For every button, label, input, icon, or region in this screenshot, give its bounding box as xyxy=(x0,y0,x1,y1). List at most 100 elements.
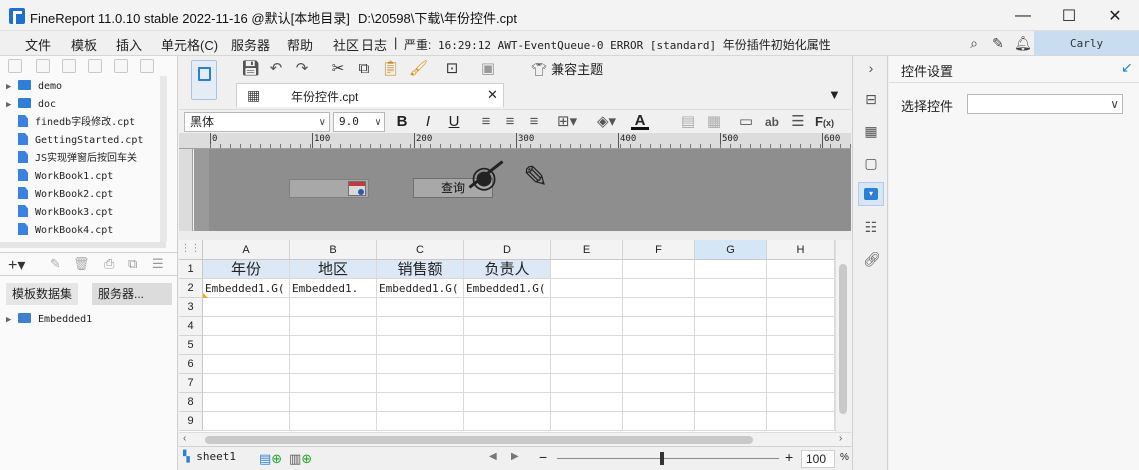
cell-b4[interactable] xyxy=(290,317,377,336)
menu-insert[interactable]: 插入 xyxy=(116,35,142,54)
format-painter-icon[interactable]: 🖌︎ xyxy=(409,60,428,78)
cell-d8[interactable] xyxy=(464,393,551,412)
cell-h5[interactable] xyxy=(767,336,835,355)
collapse-arrow-icon[interactable]: › xyxy=(863,60,879,76)
new-folder-icon[interactable] xyxy=(8,59,22,73)
tree-file[interactable]: WorkBook4.cpt xyxy=(6,222,113,240)
search-icon[interactable]: ⌕ xyxy=(966,35,982,51)
expand-arrow-icon[interactable]: ▶ xyxy=(6,78,18,96)
cell-a4[interactable] xyxy=(203,317,290,336)
tab-menu-icon[interactable]: ▼ xyxy=(828,87,841,102)
zoom-in-button[interactable]: + xyxy=(785,449,793,465)
column-header-c[interactable]: C xyxy=(377,240,464,260)
font-color-icon[interactable]: A xyxy=(631,112,649,130)
cell-f5[interactable] xyxy=(623,336,695,355)
pin-panel-icon[interactable]: ↙ xyxy=(1121,59,1133,76)
scroll-right-icon[interactable]: › xyxy=(839,433,842,444)
sheet-horizontal-scrollbar[interactable]: ‹ › xyxy=(179,432,851,446)
tree-vscroll[interactable] xyxy=(160,76,167,242)
save-icon[interactable]: 💾︎ xyxy=(241,60,260,78)
column-header-h[interactable]: H xyxy=(767,240,835,260)
cell-b2[interactable]: Embedded1. xyxy=(290,279,377,298)
cell-h1[interactable] xyxy=(767,260,835,279)
cell-b3[interactable] xyxy=(290,298,377,317)
sheet-scroll-left-icon[interactable]: ◀ xyxy=(489,451,497,462)
insert-row-icon[interactable]: ▭ xyxy=(737,113,755,131)
menu-community[interactable]: 社区 xyxy=(333,35,359,54)
add-sheet-icon[interactable]: ▤⊕ xyxy=(259,451,282,467)
row-header[interactable]: 7 xyxy=(179,374,203,393)
year-picker-widget[interactable] xyxy=(289,179,369,198)
align-left-icon[interactable]: ≡ xyxy=(477,113,495,131)
widget-settings-tab[interactable]: ▾ xyxy=(858,182,884,206)
bold-button[interactable]: B xyxy=(393,113,411,131)
delete-icon[interactable] xyxy=(114,59,128,73)
unmerge-icon[interactable]: ▦ xyxy=(705,113,723,131)
cell-d3[interactable] xyxy=(464,298,551,317)
tree-folder[interactable]: ▶ doc xyxy=(6,96,56,114)
tree-file[interactable]: WorkBook3.cpt xyxy=(6,204,113,222)
vertical-scroll-thumb[interactable] xyxy=(839,264,847,414)
cell-c8[interactable] xyxy=(377,393,464,412)
close-tab-icon[interactable]: ✕ xyxy=(487,87,498,103)
preview-dataset-icon[interactable]: ⎙ xyxy=(104,256,114,272)
cell-e6[interactable] xyxy=(551,355,623,374)
column-header-g[interactable]: G xyxy=(695,240,767,260)
sheet-vertical-scrollbar[interactable] xyxy=(835,240,851,432)
conditional-attribute-icon[interactable]: ☷ xyxy=(863,219,879,235)
fill-color-icon[interactable]: ◈▾ xyxy=(597,113,616,131)
cell-d9[interactable] xyxy=(464,412,551,431)
cell-a1[interactable]: 年份 xyxy=(203,260,290,279)
row-header[interactable]: 5 xyxy=(179,336,203,355)
copy-icon[interactable]: ⧉ xyxy=(355,60,373,78)
tab-server-datasets[interactable]: 服务器... xyxy=(92,283,172,305)
cell-e5[interactable] xyxy=(551,336,623,355)
tree-file[interactable]: WorkBook1.cpt xyxy=(6,168,113,186)
cell-f3[interactable] xyxy=(623,298,695,317)
cell-h4[interactable] xyxy=(767,317,835,336)
widget-icon[interactable]: ▣ xyxy=(479,60,497,78)
cell-a9[interactable] xyxy=(203,412,290,431)
italic-button[interactable]: I xyxy=(419,113,437,131)
zoom-out-button[interactable]: − xyxy=(539,449,547,465)
cell-attribute-icon[interactable]: ▦ xyxy=(863,123,879,139)
cell-g5[interactable] xyxy=(695,336,767,355)
cell-e4[interactable] xyxy=(551,317,623,336)
compat-theme-button[interactable]: 👕︎ 兼容主题 xyxy=(531,59,603,78)
scroll-left-icon[interactable]: ‹ xyxy=(183,433,186,444)
cell-c7[interactable] xyxy=(377,374,464,393)
menu-log[interactable]: 日志 xyxy=(361,35,387,54)
border-icon[interactable]: ⊞▾ xyxy=(557,113,577,131)
bell-icon[interactable]: 🔔︎ xyxy=(1014,35,1032,51)
merge-icon[interactable]: ▤ xyxy=(679,113,697,131)
user-account[interactable]: Carly xyxy=(1034,31,1139,55)
minimize-button[interactable]: — xyxy=(1000,0,1046,31)
row-header[interactable]: 8 xyxy=(179,393,203,412)
cell-g6[interactable] xyxy=(695,355,767,374)
row-header[interactable]: 2 xyxy=(179,279,203,298)
open-icon[interactable] xyxy=(62,59,76,73)
tree-file[interactable]: GettingStarted.cpt xyxy=(6,132,143,150)
zoom-level-input[interactable]: 100 xyxy=(801,450,835,468)
font-size-select[interactable]: 9.0 ∨ xyxy=(333,112,385,132)
copy-icon[interactable] xyxy=(140,59,154,73)
cell-f6[interactable] xyxy=(623,355,695,374)
menu-server[interactable]: 服务器 xyxy=(231,35,270,54)
menu-help[interactable]: 帮助 xyxy=(287,35,313,54)
menu-template[interactable]: 模板 xyxy=(71,35,97,54)
add-dataset-icon[interactable]: +▾ xyxy=(8,255,25,275)
cell-g9[interactable] xyxy=(695,412,767,431)
underline-button[interactable]: U xyxy=(445,113,463,131)
row-header[interactable]: 4 xyxy=(179,317,203,336)
row-header[interactable]: 6 xyxy=(179,355,203,374)
cell-a8[interactable] xyxy=(203,393,290,412)
expand-arrow-icon[interactable]: ▶ xyxy=(6,96,18,114)
lock-icon[interactable] xyxy=(88,59,102,73)
cell-f4[interactable] xyxy=(623,317,695,336)
cell-c6[interactable] xyxy=(377,355,464,374)
formula-icon[interactable]: F(x) xyxy=(815,113,834,131)
cell-e3[interactable] xyxy=(551,298,623,317)
cell-g2[interactable] xyxy=(695,279,767,298)
cell-e8[interactable] xyxy=(551,393,623,412)
tree-file[interactable]: WorkBook2.cpt xyxy=(6,186,113,204)
